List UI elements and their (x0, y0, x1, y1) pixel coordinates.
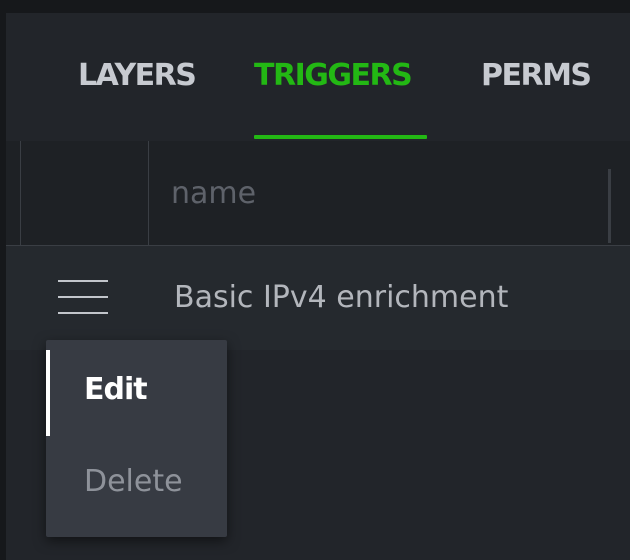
delete-menu-label: Delete (84, 464, 183, 499)
name-filter-input[interactable] (148, 159, 588, 227)
tab-triggers[interactable]: TRIGGERS (254, 58, 413, 93)
edit-menu-label: Edit (84, 372, 148, 407)
edit-menu-item[interactable]: Edit (46, 340, 227, 436)
filter-cell-empty (20, 141, 149, 245)
tab-layers[interactable]: LAYERS (78, 58, 197, 93)
list-item[interactable]: Basic IPv4 enrichment (6, 246, 630, 350)
tab-perms[interactable]: PERMS (481, 58, 592, 93)
menu-active-indicator (46, 350, 50, 436)
delete-menu-item[interactable]: Delete (46, 432, 227, 524)
tab-bar: LAYERS TRIGGERS PERMS (6, 13, 630, 142)
column-resize-handle[interactable] (608, 169, 611, 243)
filter-row (6, 141, 630, 246)
app-window: LAYERS TRIGGERS PERMS Basic IPv4 enrichm… (6, 13, 630, 560)
trigger-name: Basic IPv4 enrichment (174, 280, 509, 315)
context-menu: Edit Delete (46, 340, 227, 537)
hamburger-icon[interactable] (58, 280, 108, 320)
active-tab-indicator (254, 135, 427, 139)
